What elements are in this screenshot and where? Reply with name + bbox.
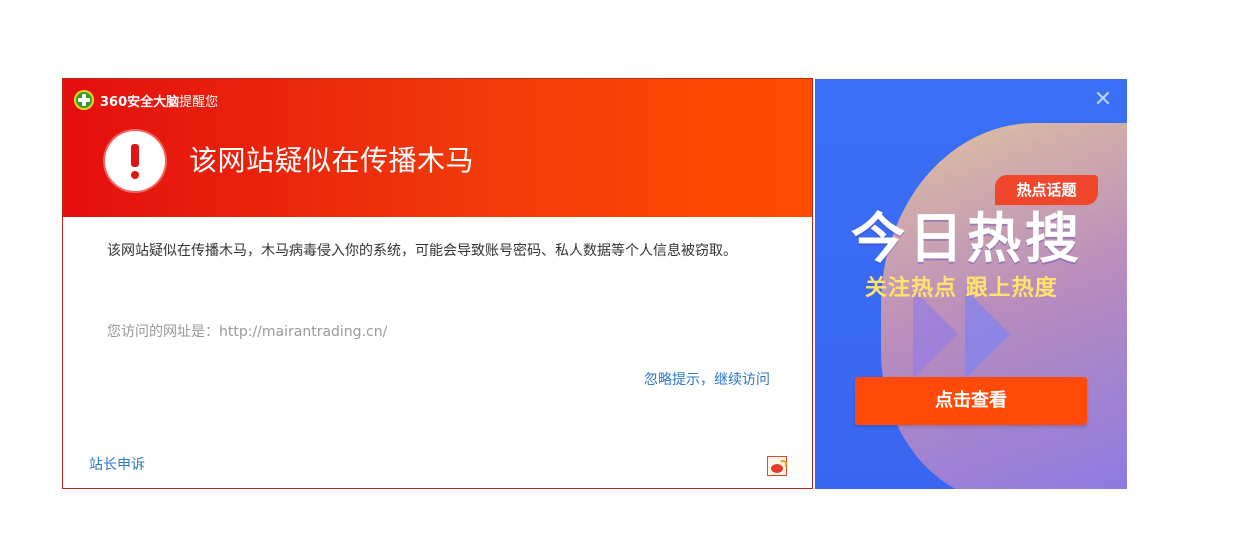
brand-name: 360安全大脑 xyxy=(100,94,180,110)
warning-description: 该网站疑似在传播木马，木马病毒侵入你的系统，可能会导致账号密码、私人数据等个人信… xyxy=(107,243,737,259)
ad-hot-topic-tag: 热点话题 xyxy=(995,175,1098,205)
visited-url: 您访问的网址是：http://mairantrading.cn/ xyxy=(107,324,388,340)
brand-suffix: 提醒您 xyxy=(179,94,219,110)
weibo-share-icon[interactable] xyxy=(767,456,787,476)
warning-header: 360安全大脑 提醒您 该网站疑似在传播木马 xyxy=(63,79,812,217)
ad-subtitle: 关注热点 跟上热度 xyxy=(865,276,1058,301)
webmaster-appeal-link[interactable]: 站长申诉 xyxy=(89,453,145,477)
close-icon[interactable]: ✕ xyxy=(1093,89,1113,111)
ignore-and-continue-link[interactable]: 忽略提示，继续访问 xyxy=(644,368,770,392)
360-logo-icon xyxy=(74,90,94,110)
exclamation-alert-icon xyxy=(105,131,165,191)
ad-title: 今日热搜 xyxy=(851,207,1083,270)
security-warning-dialog: 360安全大脑 提醒您 该网站疑似在传播木马 该网站疑似在传播木马，木马病毒侵入你… xyxy=(62,78,813,489)
view-now-button[interactable]: 点击查看 xyxy=(855,377,1087,425)
brand: 360安全大脑 提醒您 xyxy=(74,90,218,110)
hot-search-ad[interactable]: ✕ 热点话题 今日热搜 关注热点 跟上热度 点击查看 xyxy=(815,79,1127,489)
warning-headline: 该网站疑似在传播木马 xyxy=(189,144,475,177)
